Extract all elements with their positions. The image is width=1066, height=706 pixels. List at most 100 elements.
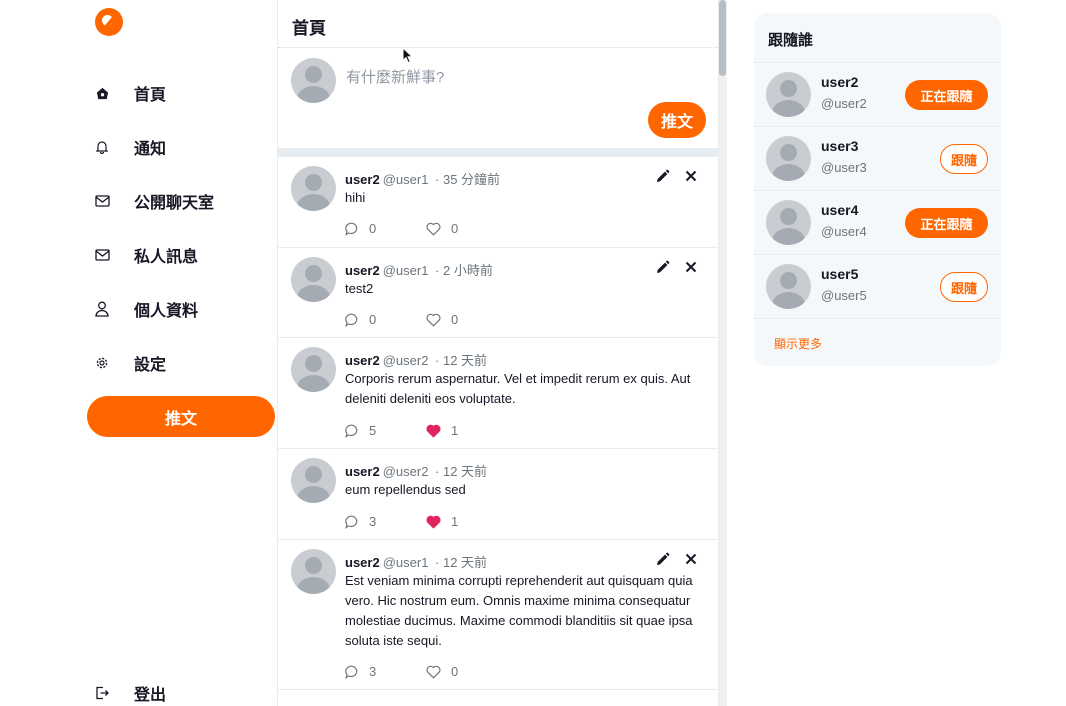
avatar — [291, 257, 336, 302]
tweet-author-name[interactable]: user2 — [345, 263, 380, 278]
logout-icon — [94, 685, 110, 701]
tweet-author-name[interactable]: user2 — [345, 172, 380, 187]
gear-icon — [94, 355, 110, 371]
tweet-avatar[interactable] — [291, 166, 336, 211]
tweet-button[interactable]: 推文 — [87, 396, 275, 437]
mail-icon — [94, 193, 110, 209]
close-icon[interactable] — [684, 552, 698, 566]
reply-button[interactable]: 3 — [345, 514, 376, 529]
user-avatar[interactable] — [766, 72, 811, 117]
tweet-author-handle: @user2 — [382, 464, 429, 479]
divider — [278, 47, 718, 48]
user-avatar[interactable] — [766, 264, 811, 309]
tweet-item[interactable]: user2 @user1 · 12 天前 Est veniam minima co… — [278, 540, 718, 690]
avatar — [291, 458, 336, 503]
follow-button[interactable]: 跟隨 — [940, 272, 988, 302]
user-name[interactable]: user3 — [821, 138, 858, 154]
tweet-avatar[interactable] — [291, 347, 336, 392]
tweet-time: · 12 天前 — [435, 353, 488, 368]
tweet-author-handle: @user2 — [382, 353, 429, 368]
scrollbar-thumb[interactable] — [719, 0, 726, 76]
user-handle: @user4 — [821, 224, 867, 239]
tweet-author-handle: @user1 — [382, 555, 429, 570]
sidebar-item-public-chat[interactable]: 公開聊天室 — [94, 186, 274, 216]
avatar — [291, 58, 336, 103]
tweet-author-name[interactable]: user2 — [345, 464, 380, 479]
bell-icon — [94, 139, 110, 155]
follow-button[interactable]: 跟隨 — [940, 144, 988, 174]
avatar — [291, 347, 336, 392]
sidebar-item-messages[interactable]: 私人訊息 — [94, 240, 274, 270]
tweet-body: eum repellendus sed — [345, 482, 466, 497]
user-name[interactable]: user5 — [821, 266, 858, 282]
reply-button[interactable]: 0 — [345, 312, 376, 327]
reply-button[interactable]: 5 — [345, 423, 376, 438]
tweet-author-name[interactable]: user2 — [345, 353, 380, 368]
user-avatar[interactable] — [766, 136, 811, 181]
comment-icon — [345, 515, 358, 529]
mouse-cursor-icon — [402, 47, 414, 64]
like-button[interactable]: 1 — [426, 514, 458, 529]
comment-icon — [345, 424, 358, 438]
follow-suggestion: user4 @user4 正在跟隨 — [754, 190, 1001, 254]
like-button[interactable]: 0 — [426, 664, 458, 679]
sidebar-item-home[interactable]: 首頁 — [94, 78, 274, 108]
tweet-avatar[interactable] — [291, 458, 336, 503]
sidebar-item-profile[interactable]: 個人資料 — [94, 294, 274, 324]
reply-count: 3 — [369, 514, 377, 529]
sidebar-item-label: 設定 — [134, 357, 167, 374]
like-button[interactable]: 0 — [426, 221, 458, 236]
tweet-body: test2 — [345, 281, 374, 296]
close-icon[interactable] — [684, 169, 698, 183]
logout-button[interactable]: 登出 — [94, 678, 274, 706]
reply-count: 0 — [369, 221, 377, 236]
follow-suggestion: user5 @user5 跟隨 — [754, 254, 1001, 318]
reply-count: 5 — [369, 423, 377, 438]
tweet-avatar[interactable] — [291, 549, 336, 594]
like-button[interactable]: 0 — [426, 312, 458, 327]
following-button[interactable]: 正在跟隨 — [905, 80, 988, 110]
user-name[interactable]: user4 — [821, 202, 858, 218]
tweet-meta: user2 @user1 · 2 小時前 — [345, 260, 493, 279]
tweet-item[interactable]: user2 @user2 · 12 天前 eum repellendus sed … — [278, 449, 718, 540]
like-count: 1 — [451, 423, 459, 438]
sidebar-item-label: 公開聊天室 — [134, 195, 215, 212]
logout-label: 登出 — [134, 687, 167, 704]
tweet-item[interactable]: user2 @user1 · 35 分鐘前 hihi 0 0 — [278, 157, 718, 248]
sidebar-item-notifications[interactable]: 通知 — [94, 132, 274, 162]
tweet-avatar[interactable] — [291, 257, 336, 302]
reply-button[interactable]: 3 — [345, 664, 376, 679]
following-button[interactable]: 正在跟隨 — [905, 208, 988, 238]
app-logo[interactable] — [95, 8, 123, 36]
user-avatar[interactable] — [766, 200, 811, 245]
edit-icon[interactable] — [655, 169, 670, 184]
sidebar-item-settings[interactable]: 設定 — [94, 348, 274, 378]
show-more-link[interactable]: 顯示更多 — [774, 335, 822, 352]
sidebar-item-label: 首頁 — [134, 87, 167, 104]
like-button[interactable]: 1 — [426, 423, 458, 438]
user-name[interactable]: user2 — [821, 74, 858, 90]
tweet-author-handle: @user1 — [382, 263, 429, 278]
like-count: 0 — [451, 221, 459, 236]
tweet-item[interactable]: user2 @user1 · 2 小時前 test2 0 0 — [278, 248, 718, 338]
tweet-meta: user2 @user2 · 12 天前 — [345, 461, 487, 480]
tweet-time: · 2 小時前 — [435, 263, 493, 278]
tweet-composer-input[interactable]: 有什麼新鮮事? — [346, 66, 444, 87]
avatar — [291, 549, 336, 594]
composer-tweet-button[interactable]: 推文 — [648, 102, 706, 138]
tweet-item[interactable]: user2 @user2 · 12 天前 Corporis rerum asper… — [278, 338, 718, 449]
sidebar-item-label: 個人資料 — [134, 303, 199, 320]
scrollbar-track[interactable] — [719, 0, 727, 706]
user-handle: @user2 — [821, 96, 867, 111]
close-icon[interactable] — [684, 260, 698, 274]
tweet-body: Est veniam minima corrupti reprehenderit… — [345, 573, 693, 648]
sidebar-item-label: 通知 — [134, 141, 167, 158]
avatar — [766, 72, 811, 117]
heart-icon — [426, 313, 441, 327]
tweet-author-name[interactable]: user2 — [345, 555, 380, 570]
edit-icon[interactable] — [655, 552, 670, 567]
reply-button[interactable]: 0 — [345, 221, 376, 236]
composer-avatar — [291, 58, 336, 103]
user-handle: @user3 — [821, 160, 867, 175]
edit-icon[interactable] — [655, 260, 670, 275]
